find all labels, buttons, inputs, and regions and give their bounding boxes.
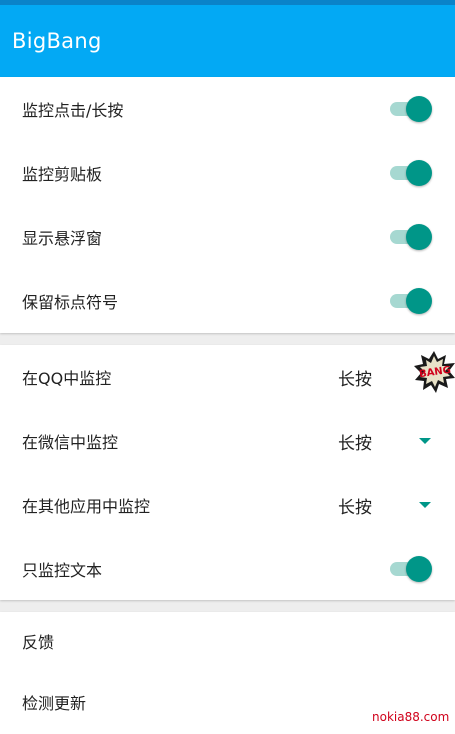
feedback-item[interactable]: 反馈 — [0, 612, 455, 670]
setting-monitor-wechat[interactable]: 在微信中监控 长按 — [0, 409, 455, 473]
monitor-click-switch[interactable] — [390, 96, 432, 122]
dropdown-caret-icon[interactable] — [419, 502, 431, 508]
other-monitor-value[interactable]: 长按 — [338, 493, 372, 518]
text-only-switch[interactable] — [390, 556, 432, 582]
app-title: BigBang — [12, 29, 102, 53]
setting-monitor-qq[interactable]: 在QQ中监控 长按 BANG — [0, 345, 455, 409]
app-bar: BigBang — [0, 5, 455, 77]
check-update-label: 检测更新 — [22, 694, 87, 713]
setting-label: 在其他应用中监控 — [22, 497, 151, 516]
check-update-item[interactable]: 检测更新 — [0, 670, 455, 734]
setting-label: 监控点击/长按 — [22, 101, 124, 120]
floating-window-switch[interactable] — [390, 224, 432, 250]
wechat-monitor-value[interactable]: 长按 — [338, 429, 372, 454]
setting-label: 显示悬浮窗 — [22, 229, 103, 248]
setting-floating-window[interactable]: 显示悬浮窗 — [0, 205, 455, 269]
setting-label: 保留标点符号 — [22, 293, 119, 312]
dropdown-caret-icon[interactable] — [419, 438, 431, 444]
keep-punctuation-switch[interactable] — [390, 288, 432, 314]
settings-card-monitor: 在QQ中监控 长按 BANG 在微信中监控 长按 在其他应用中监控 长按 只监控… — [0, 345, 455, 600]
bang-badge-icon: BANG — [412, 345, 455, 403]
setting-label: 监控剪贴板 — [22, 165, 103, 184]
setting-label: 在微信中监控 — [22, 433, 119, 452]
watermark: nokia88.com — [372, 710, 450, 724]
setting-keep-punctuation[interactable]: 保留标点符号 — [0, 269, 455, 333]
qq-monitor-value[interactable]: 长按 — [338, 365, 372, 390]
setting-label: 只监控文本 — [22, 561, 103, 580]
settings-card-general: 监控点击/长按 监控剪贴板 显示悬浮窗 保留标点符号 — [0, 77, 455, 333]
setting-monitor-clipboard[interactable]: 监控剪贴板 — [0, 141, 455, 205]
setting-label: 在QQ中监控 — [22, 369, 112, 388]
setting-monitor-click[interactable]: 监控点击/长按 — [0, 77, 455, 141]
feedback-label: 反馈 — [22, 633, 55, 652]
monitor-clipboard-switch[interactable] — [390, 160, 432, 186]
setting-text-only[interactable]: 只监控文本 — [0, 537, 455, 601]
setting-monitor-other[interactable]: 在其他应用中监控 长按 — [0, 473, 455, 537]
